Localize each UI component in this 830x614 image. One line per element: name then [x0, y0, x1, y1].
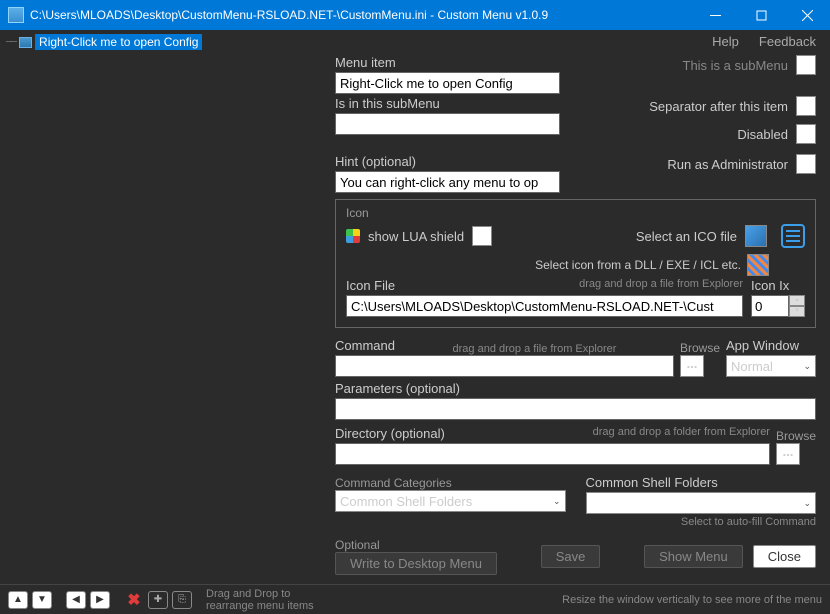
tree-item-label: Right-Click me to open Config: [35, 34, 202, 50]
appwin-value: Normal: [731, 359, 773, 374]
iconix-input[interactable]: [751, 295, 789, 317]
hint-label: Hint (optional): [335, 154, 560, 169]
feedback-link[interactable]: Feedback: [759, 34, 816, 49]
selico-label: Select an ICO file: [636, 229, 737, 244]
hint-input[interactable]: [335, 171, 560, 193]
iconfile-label: Icon File: [346, 278, 395, 293]
chevron-down-icon: ⌄: [803, 498, 811, 509]
drag-hint: Drag and Drop to rearrange menu items: [206, 588, 314, 612]
minimize-button[interactable]: [692, 0, 738, 30]
submenu-checkbox[interactable]: [796, 55, 816, 75]
isin-label: Is in this subMenu: [335, 96, 560, 111]
dir-input[interactable]: [335, 443, 770, 465]
command-input[interactable]: [335, 355, 674, 377]
runadmin-checkbox[interactable]: [796, 154, 816, 174]
dir-browse-button[interactable]: ...: [776, 443, 800, 465]
iconix-down[interactable]: ▾: [789, 306, 805, 317]
iconix-label: Icon Ix: [751, 278, 805, 293]
resize-hint: Resize the window vertically to see more…: [562, 594, 822, 606]
command-label: Command: [335, 338, 395, 353]
dragfolder-hint: drag and drop a folder from Explorer: [593, 426, 770, 443]
move-down-button[interactable]: ▼: [32, 591, 52, 609]
submenu-label: This is a subMenu: [683, 58, 789, 73]
status-bar: ▲ ▼ ◀ ▶ ✖ ✚ ⎘ Drag and Drop to rearrange…: [0, 584, 830, 614]
tree-item[interactable]: ┄┄ Right-Click me to open Config: [6, 34, 335, 50]
select-dll-button[interactable]: [747, 254, 769, 276]
copy-button[interactable]: ⎘: [172, 591, 192, 609]
command-browse-button[interactable]: ...: [680, 355, 704, 377]
separator-label: Separator after this item: [649, 99, 788, 114]
separator-checkbox[interactable]: [796, 96, 816, 116]
dragfile-hint2: drag and drop a file from Explorer: [453, 343, 617, 355]
delete-button[interactable]: ✖: [124, 591, 144, 609]
icon-header: Icon: [346, 206, 805, 220]
dragfile-hint: drag and drop a file from Explorer: [579, 278, 743, 295]
shield-icon: [346, 229, 360, 243]
select-ico-button[interactable]: [745, 225, 767, 247]
menu-item-icon: [19, 37, 32, 48]
browse-label: Browse: [680, 341, 720, 355]
window-title: C:\Users\MLOADS\Desktop\CustomMenu-RSLOA…: [30, 8, 692, 22]
close-button[interactable]: Close: [753, 545, 816, 568]
app-icon: [8, 7, 24, 23]
chevron-down-icon: ⌄: [803, 361, 811, 372]
chevron-down-icon: ⌄: [553, 496, 561, 507]
iconfile-input[interactable]: [346, 295, 743, 317]
disabled-checkbox[interactable]: [796, 124, 816, 144]
params-input[interactable]: [335, 398, 816, 420]
csf-select[interactable]: ⌄: [586, 492, 817, 514]
menu-icon-button[interactable]: [781, 224, 805, 248]
icon-group: Icon show LUA shield Select an ICO file …: [335, 199, 816, 328]
form-panel: Help Feedback Menu item This is a subMen…: [335, 30, 830, 584]
iconix-up[interactable]: ▴: [789, 295, 805, 306]
add-button[interactable]: ✚: [148, 591, 168, 609]
params-label: Parameters (optional): [335, 381, 816, 396]
tree-connector: ┄┄: [6, 37, 16, 48]
save-button[interactable]: Save: [541, 545, 601, 568]
menu-item-input[interactable]: [335, 72, 560, 94]
move-right-button[interactable]: ▶: [90, 591, 110, 609]
maximize-button[interactable]: [738, 0, 784, 30]
browse2-label: Browse: [776, 429, 816, 443]
move-left-button[interactable]: ◀: [66, 591, 86, 609]
runadmin-label: Run as Administrator: [667, 157, 788, 172]
csf-label: Common Shell Folders: [586, 475, 817, 490]
show-menu-button[interactable]: Show Menu: [644, 545, 743, 568]
titlebar: C:\Users\MLOADS\Desktop\CustomMenu-RSLOA…: [0, 0, 830, 30]
selauto-hint: Select to auto-fill Command: [586, 516, 817, 528]
move-up-button[interactable]: ▲: [8, 591, 28, 609]
tree-panel: ┄┄ Right-Click me to open Config: [0, 30, 335, 584]
disabled-label: Disabled: [737, 127, 788, 142]
write-desktop-button[interactable]: Write to Desktop Menu: [335, 552, 497, 575]
menu-item-label: Menu item: [335, 55, 560, 70]
cmdcat-select[interactable]: Common Shell Folders ⌄: [335, 490, 566, 512]
optional-label: Optional: [335, 538, 497, 552]
close-window-button[interactable]: [784, 0, 830, 30]
dir-label: Directory (optional): [335, 426, 445, 441]
cmdcat-value: Common Shell Folders: [340, 494, 472, 509]
appwin-label: App Window: [726, 338, 816, 353]
seldll-label: Select icon from a DLL / EXE / ICL etc.: [535, 258, 741, 272]
cmdcat-label: Command Categories: [335, 476, 452, 490]
appwin-select[interactable]: Normal ⌄: [726, 355, 816, 377]
help-link[interactable]: Help: [712, 34, 739, 49]
showlua-checkbox[interactable]: [472, 226, 492, 246]
showlua-label: show LUA shield: [368, 229, 464, 244]
isin-input[interactable]: [335, 113, 560, 135]
